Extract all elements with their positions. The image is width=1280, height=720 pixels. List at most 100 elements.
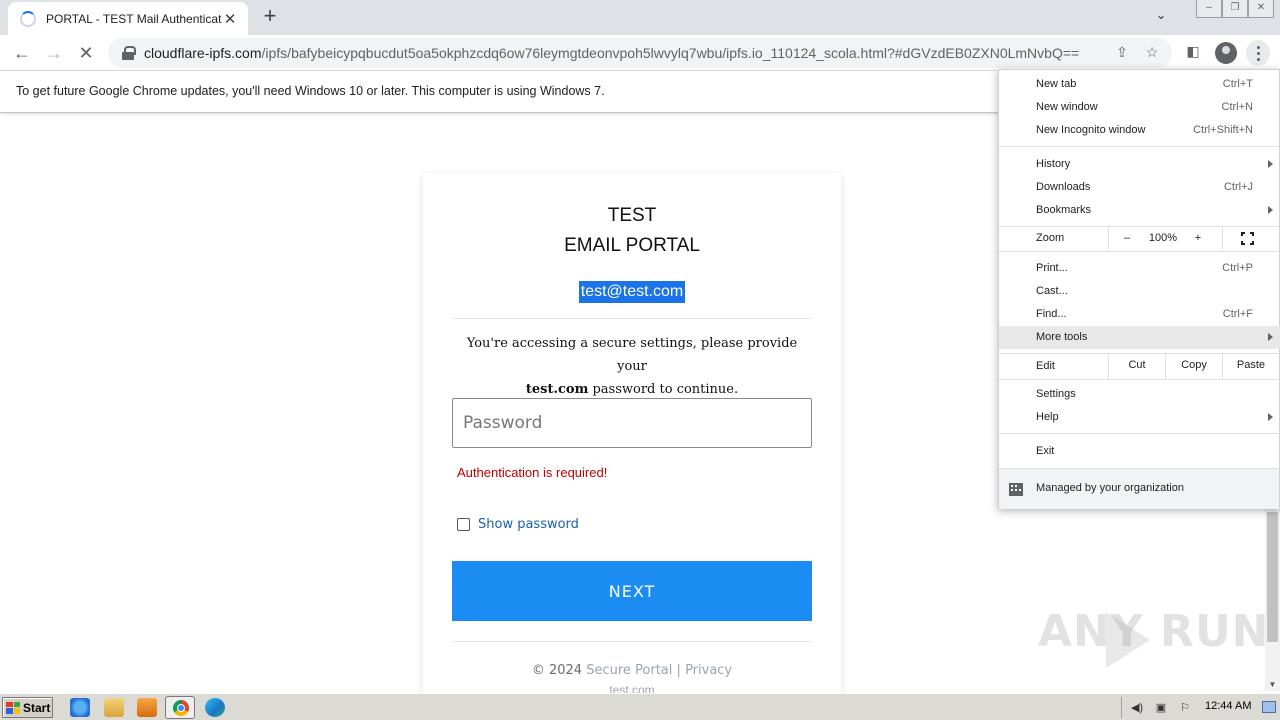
address-bar[interactable]: cloudflare-ipfs.com /ipfs/bafybeicypqbuc…	[108, 38, 1172, 68]
show-password-checkbox[interactable]	[457, 518, 470, 531]
side-panel-icon[interactable]: ◧	[1183, 43, 1203, 63]
email-line: test@test.com	[423, 281, 841, 303]
infobar-message: To get future Google Chrome updates, you…	[16, 84, 605, 98]
edge-icon[interactable]	[205, 698, 225, 717]
menu-label: Cast...	[1036, 285, 1068, 297]
tab-title: PORTAL - TEST Mail Authentication	[46, 11, 222, 26]
taskbar-clock[interactable]: 12:44 AM	[1205, 700, 1251, 712]
menu-item-new-tab[interactable]: New tab Ctrl+T	[999, 73, 1280, 96]
bookmark-star-icon[interactable]: ☆	[1142, 44, 1162, 62]
page-scrollbar[interactable]: ▼	[1265, 508, 1280, 691]
footer-privacy-link[interactable]: Privacy	[685, 663, 732, 678]
menu-item-downloads[interactable]: Downloads Ctrl+J	[999, 176, 1280, 199]
menu-separator	[999, 379, 1280, 380]
minimize-icon[interactable]: –	[1196, 0, 1222, 18]
menu-label: New tab	[1036, 78, 1077, 90]
menu-label: Exit	[1036, 445, 1055, 457]
menu-item-print[interactable]: Print... Ctrl+P	[999, 257, 1280, 280]
anyrun-watermark: ANY RUN	[1038, 606, 1270, 657]
menu-label: Help	[1036, 411, 1059, 423]
menu-item-find[interactable]: Find... Ctrl+F	[999, 303, 1280, 326]
menu-label: Edit	[1036, 360, 1055, 372]
menu-label: Downloads	[1036, 181, 1091, 193]
zoom-in-button[interactable]: +	[1188, 227, 1208, 250]
fullscreen-icon[interactable]	[1241, 232, 1254, 245]
next-button[interactable]: NEXT	[452, 561, 812, 621]
footer-secure-portal-link[interactable]: Secure Portal	[586, 663, 672, 678]
copy-button[interactable]: Copy	[1166, 354, 1222, 377]
paste-button[interactable]: Paste	[1223, 354, 1279, 377]
menu-label: More tools	[1036, 331, 1088, 343]
menu-item-history[interactable]: History	[999, 153, 1280, 176]
menu-item-help[interactable]: Help	[999, 406, 1280, 429]
menu-shortcut: Ctrl+J	[1223, 181, 1253, 193]
scroll-down-icon[interactable]: ▼	[1265, 680, 1280, 689]
network-icon[interactable]: ▣	[1154, 701, 1168, 714]
menu-item-more-tools[interactable]: More tools	[999, 326, 1280, 349]
zoom-divider	[1222, 227, 1223, 250]
zoom-label: Zoom	[1036, 232, 1065, 244]
windows-logo-icon	[6, 701, 20, 714]
menu-item-incognito[interactable]: New Incognito window Ctrl+Shift+N	[999, 119, 1280, 142]
profile-avatar[interactable]	[1215, 42, 1237, 64]
building-icon	[1009, 483, 1023, 496]
chrome-menu-icon[interactable]	[1246, 40, 1270, 66]
footer-copyright: © 2024	[531, 663, 583, 678]
notice-before: You're accessing a secure settings, plea…	[466, 336, 798, 374]
windows-taskbar: Start ◀) ▣ ⚐ 12:44 AM	[0, 693, 1280, 720]
internet-explorer-icon[interactable]	[70, 698, 90, 717]
brand-line-2: EMAIL PORTAL	[564, 235, 700, 256]
window-controls: – ❐ ✕	[1196, 0, 1274, 18]
chrome-menu: New tab Ctrl+T New window Ctrl+N New Incog…	[998, 69, 1280, 509]
file-explorer-icon[interactable]	[104, 698, 124, 717]
submenu-arrow-icon	[1268, 333, 1273, 341]
forward-icon[interactable]: →	[40, 39, 68, 67]
url-path: /ipfs/bafybeicypqbucdut5oa5okphzcdq6ow76…	[261, 45, 1080, 61]
volume-icon[interactable]: ◀)	[1130, 701, 1144, 714]
start-label: Start	[23, 700, 51, 715]
lock-icon[interactable]	[122, 46, 136, 60]
tab-search-icon[interactable]: ⌄	[1150, 7, 1172, 27]
show-desktop-icon[interactable]	[1262, 701, 1276, 713]
media-player-icon[interactable]	[137, 698, 157, 717]
cut-button[interactable]: Cut	[1109, 354, 1165, 377]
browser-tab[interactable]: PORTAL - TEST Mail Authentication ✕	[8, 2, 248, 35]
managed-footer[interactable]: Managed by your organization	[999, 469, 1279, 509]
footer: © 2024 Secure Portal | Privacy	[423, 663, 841, 678]
stop-loading-icon[interactable]: ✕	[72, 39, 100, 67]
menu-item-bookmarks[interactable]: Bookmarks	[999, 199, 1280, 222]
menu-separator	[999, 146, 1280, 147]
menu-item-exit[interactable]: Exit	[999, 440, 1280, 463]
menu-item-new-window[interactable]: New window Ctrl+N	[999, 96, 1280, 119]
submenu-arrow-icon	[1268, 206, 1273, 214]
zoom-divider	[1108, 227, 1109, 250]
menu-label: New window	[1036, 101, 1098, 113]
password-field[interactable]	[452, 398, 812, 448]
chrome-taskbar-button[interactable]	[165, 696, 195, 719]
url-host: cloudflare-ipfs.com	[144, 45, 262, 61]
menu-label: Print...	[1036, 262, 1068, 274]
start-button[interactable]: Start	[2, 697, 53, 718]
menu-label: Bookmarks	[1036, 204, 1092, 216]
show-password-toggle[interactable]: Show password	[457, 517, 579, 532]
new-tab-button[interactable]: +	[258, 5, 282, 29]
menu-item-settings[interactable]: Settings	[999, 383, 1280, 406]
restore-icon[interactable]: ❐	[1222, 0, 1248, 18]
menu-shortcut: Ctrl+P	[1222, 262, 1253, 274]
show-password-label[interactable]: Show password	[478, 517, 579, 532]
footer-separator: |	[676, 663, 681, 678]
menu-label: Settings	[1036, 388, 1076, 400]
loading-spinner-icon	[20, 10, 36, 27]
close-window-icon[interactable]: ✕	[1248, 0, 1274, 18]
back-icon[interactable]: ←	[8, 39, 36, 67]
action-center-flag-icon[interactable]: ⚐	[1178, 701, 1192, 714]
zoom-out-button[interactable]: –	[1117, 227, 1137, 250]
footer-divider	[452, 641, 812, 642]
notice-text: You're accessing a secure settings, plea…	[452, 332, 812, 401]
submenu-arrow-icon	[1268, 160, 1273, 168]
tab-close-icon[interactable]: ✕	[222, 10, 238, 28]
login-card: TEST EMAIL PORTAL test@test.com You're a…	[423, 173, 841, 703]
system-tray: ◀) ▣ ⚐	[1121, 697, 1280, 718]
share-icon[interactable]: ⇪	[1112, 44, 1132, 62]
menu-item-cast[interactable]: Cast...	[999, 280, 1280, 303]
